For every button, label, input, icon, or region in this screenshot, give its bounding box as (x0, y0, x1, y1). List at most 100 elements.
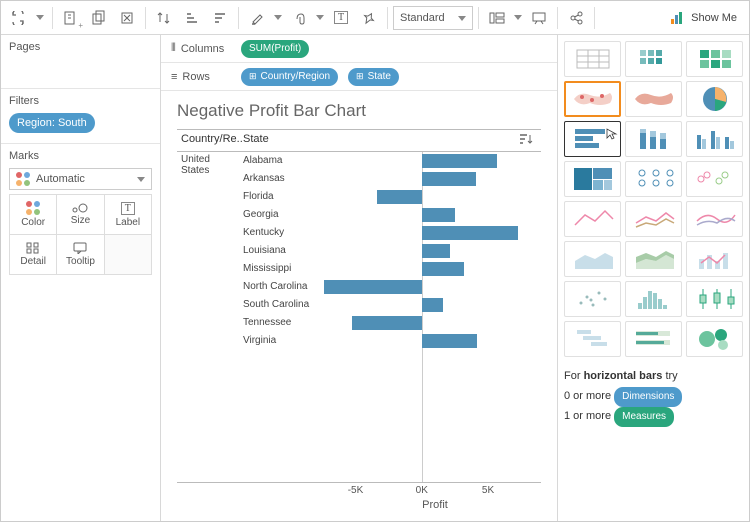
bar[interactable] (422, 298, 443, 312)
bar[interactable] (422, 334, 478, 348)
rows-shelf[interactable]: ≡Rows ⊞Country/Region ⊞State (161, 63, 557, 91)
marks-tooltip[interactable]: Tooltip (57, 235, 104, 275)
pages-shelf[interactable]: Pages (1, 35, 160, 89)
filter-pill-region[interactable]: Region: South (9, 113, 95, 133)
presentation-icon[interactable] (526, 5, 552, 31)
thumb-stacked-bar[interactable] (625, 121, 682, 157)
undo-redo-sync-icon[interactable] (5, 5, 31, 31)
text-label-icon[interactable]: T (328, 5, 354, 31)
state-label[interactable]: Florida (239, 188, 329, 206)
dropdown-caret-icon[interactable] (512, 5, 524, 31)
thumb-bullet[interactable] (625, 321, 682, 357)
thumb-side-circle[interactable] (686, 161, 743, 197)
size-icon (72, 203, 88, 213)
swap-icon[interactable] (151, 5, 177, 31)
bar[interactable] (422, 262, 464, 276)
thumb-side-by-side-bar[interactable] (686, 121, 743, 157)
pin-icon[interactable] (356, 5, 382, 31)
thumb-area-discrete[interactable] (625, 241, 682, 277)
thumb-line-continuous[interactable] (564, 201, 621, 237)
columns-pill-profit[interactable]: SUM(Profit) (241, 40, 309, 58)
x-axis: Profit -5K0K5K (329, 483, 541, 513)
clear-sheet-icon[interactable] (114, 5, 140, 31)
bar[interactable] (422, 154, 498, 168)
state-label[interactable]: South Carolina (239, 296, 329, 314)
thumb-circle-views[interactable] (625, 161, 682, 197)
sort-desc-icon[interactable] (207, 5, 233, 31)
attach-icon[interactable] (286, 5, 312, 31)
thumb-filled-map[interactable] (625, 81, 682, 117)
thumb-packed-bubbles[interactable] (686, 321, 743, 357)
state-label[interactable]: Louisiana (239, 242, 329, 260)
hint-pill-measures: Measures (614, 407, 674, 427)
state-label[interactable]: Georgia (239, 206, 329, 224)
marks-type-select[interactable]: Automatic (9, 168, 152, 190)
country-label[interactable]: United States (177, 152, 239, 482)
pages-title: Pages (9, 41, 152, 53)
dropdown-caret-icon[interactable] (272, 5, 284, 31)
bar[interactable] (352, 316, 422, 330)
bar[interactable] (422, 208, 455, 222)
bar[interactable] (324, 280, 422, 294)
thumb-treemap[interactable] (564, 161, 621, 197)
sort-icon[interactable] (329, 130, 541, 151)
rows-pill-country[interactable]: ⊞Country/Region (241, 68, 338, 86)
automatic-mark-icon (16, 172, 30, 186)
axis-tick: 5K (482, 485, 494, 496)
show-me-button[interactable]: Show Me (662, 5, 745, 31)
thumb-box-plot[interactable] (686, 281, 743, 317)
viz-title[interactable]: Negative Profit Bar Chart (177, 101, 541, 121)
rows-pill-state[interactable]: ⊞State (348, 68, 399, 86)
duplicate-icon[interactable] (86, 5, 112, 31)
viz-header: Country/Re.. State (177, 129, 541, 152)
thumb-dual-line[interactable] (686, 201, 743, 237)
share-icon[interactable] (563, 5, 589, 31)
bar[interactable] (377, 190, 422, 204)
thumb-highlight-table[interactable] (686, 41, 743, 77)
columns-label: Columns (181, 43, 224, 55)
header-state[interactable]: State (239, 130, 329, 151)
marks-detail[interactable]: Detail (10, 235, 57, 275)
chart-canvas[interactable] (329, 152, 541, 482)
thumb-dual-combo[interactable] (686, 241, 743, 277)
thumb-hbar[interactable] (564, 121, 621, 157)
marks-label[interactable]: T Label (105, 195, 152, 235)
worksheet-area: ⦀Columns SUM(Profit) ≡Rows ⊞Country/Regi… (161, 35, 557, 521)
new-sheet-icon[interactable]: + (58, 5, 84, 31)
dropdown-caret-icon[interactable] (33, 5, 47, 31)
marks-color[interactable]: Color (10, 195, 57, 235)
thumb-text-table[interactable] (564, 41, 621, 77)
bar[interactable] (422, 244, 450, 258)
marks-size[interactable]: Size (57, 195, 104, 235)
thumb-symbol-map[interactable] (564, 81, 621, 117)
thumb-gantt[interactable] (564, 321, 621, 357)
state-label[interactable]: North Carolina (239, 278, 329, 296)
thumb-area[interactable] (564, 241, 621, 277)
filters-shelf[interactable]: Filters Region: South (1, 89, 160, 144)
bar[interactable] (422, 226, 519, 240)
columns-shelf[interactable]: ⦀Columns SUM(Profit) (161, 35, 557, 63)
header-country[interactable]: Country/Re.. (177, 130, 239, 151)
cards-icon[interactable] (484, 5, 510, 31)
axis-tick: -5K (348, 485, 364, 496)
show-me-panel: For horizontal bars try 0 or more Dimens… (557, 35, 749, 521)
state-label[interactable]: Alabama (239, 152, 329, 170)
state-label[interactable]: Virginia (239, 332, 329, 350)
rows-icon: ≡ (171, 71, 177, 83)
state-label[interactable]: Mississippi (239, 260, 329, 278)
sort-asc-icon[interactable] (179, 5, 205, 31)
dropdown-caret-icon[interactable] (314, 5, 326, 31)
thumb-pie[interactable] (686, 81, 743, 117)
thumb-heatmap[interactable] (625, 41, 682, 77)
hint-pill-dimensions: Dimensions (614, 387, 682, 407)
thumb-line-discrete[interactable] (625, 201, 682, 237)
state-label[interactable]: Arkansas (239, 170, 329, 188)
highlight-icon[interactable] (244, 5, 270, 31)
state-label[interactable]: Kentucky (239, 224, 329, 242)
bar[interactable] (422, 172, 476, 186)
marks-empty (105, 235, 152, 275)
thumb-histogram[interactable] (625, 281, 682, 317)
thumb-scatter[interactable] (564, 281, 621, 317)
fit-mode-select[interactable]: Standard (393, 6, 473, 30)
state-label[interactable]: Tennessee (239, 314, 329, 332)
